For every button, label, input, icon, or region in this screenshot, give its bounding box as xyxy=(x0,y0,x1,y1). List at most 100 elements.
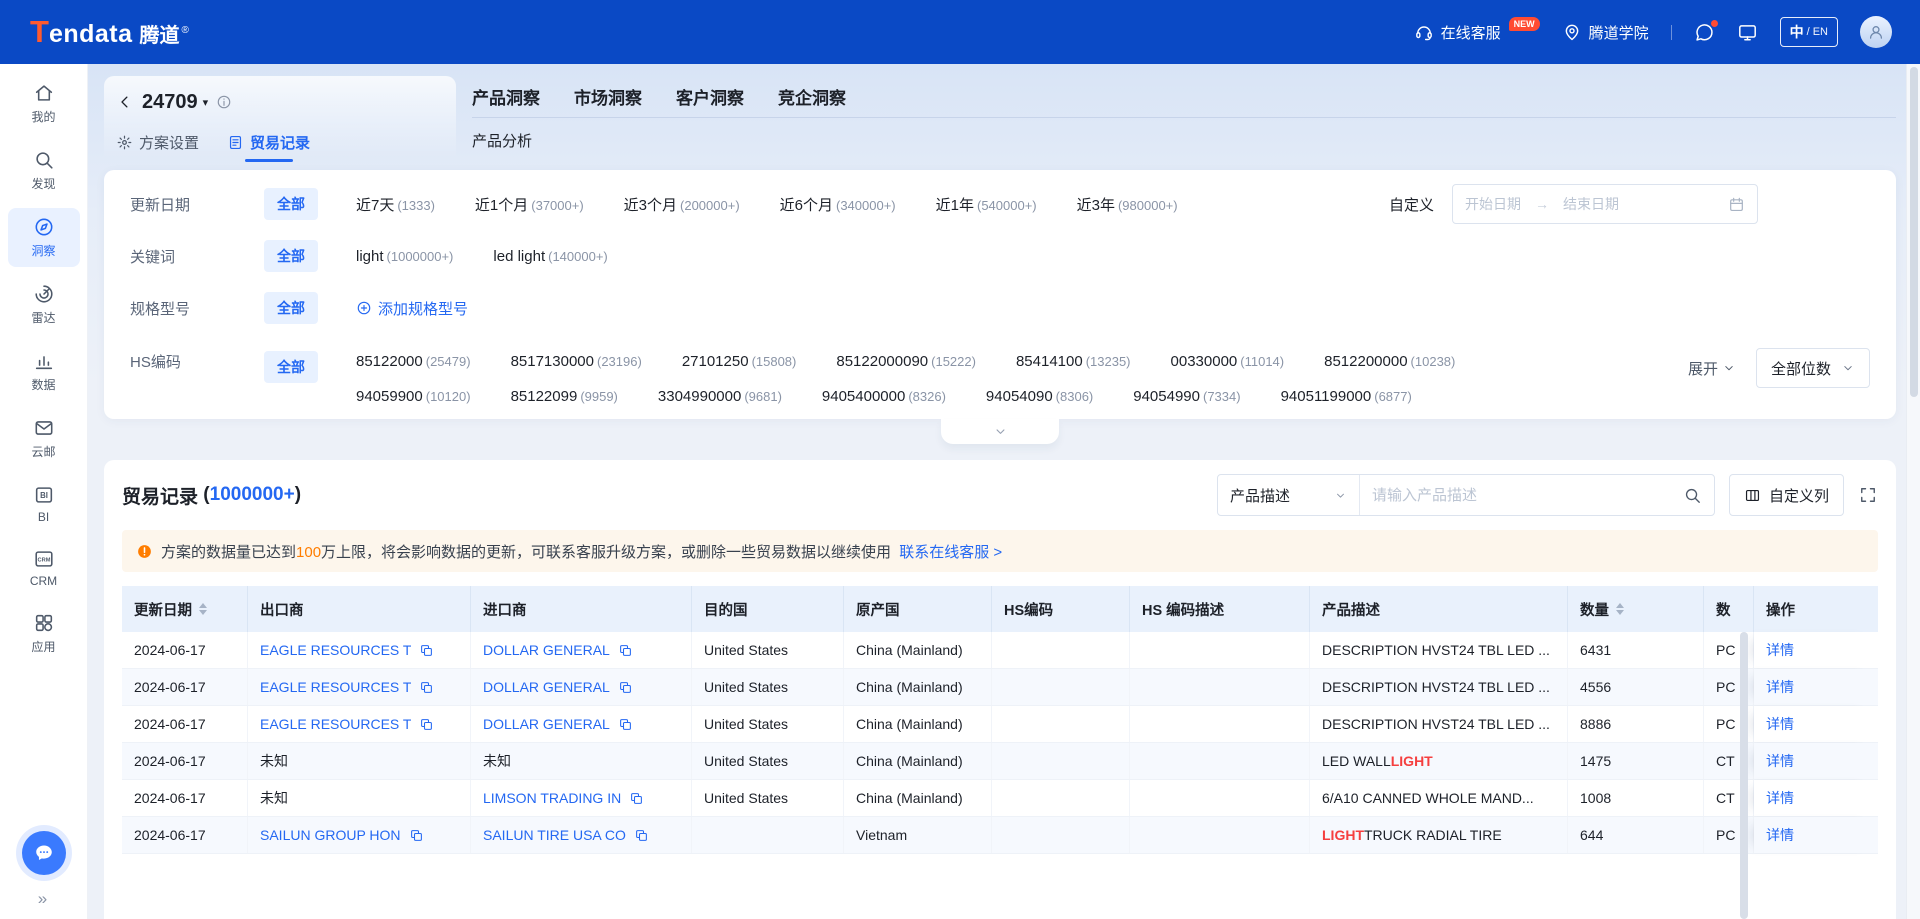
tendata-logo[interactable]: Tendata 腾道 ® xyxy=(30,16,189,48)
detail-link[interactable]: 详情 xyxy=(1766,751,1794,771)
filter-option[interactable]: 近7天(1333) xyxy=(356,194,435,215)
chat-fab[interactable] xyxy=(22,831,66,875)
copy-icon[interactable] xyxy=(409,828,424,843)
copy-icon[interactable] xyxy=(618,717,633,732)
table-scrollbar[interactable] xyxy=(1740,632,1748,919)
sidebar-expand[interactable]: » xyxy=(38,889,49,909)
copy-icon[interactable] xyxy=(629,791,644,806)
sidebar-item-discover[interactable]: 发现 xyxy=(8,141,80,200)
filter-option[interactable]: 近1个月(37000+) xyxy=(475,194,584,215)
custom-columns-button[interactable]: 自定义列 xyxy=(1729,474,1844,516)
sidebar-item-crm[interactable]: CRMCRM xyxy=(8,540,80,596)
detail-link[interactable]: 详情 xyxy=(1766,640,1794,660)
search-icon[interactable] xyxy=(1683,486,1702,505)
page-scrollbar[interactable] xyxy=(1906,64,1920,919)
hs-digits-select[interactable]: 全部位数 xyxy=(1756,348,1870,388)
sidebar-item-radar[interactable]: 雷达 xyxy=(8,275,80,334)
company-link[interactable]: DOLLAR GENERAL xyxy=(483,679,610,695)
date-range-picker[interactable]: 开始日期 → 结束日期 xyxy=(1452,184,1758,224)
table-scrollbar-thumb[interactable] xyxy=(1740,632,1748,919)
filter-option[interactable]: 8512200000(10238) xyxy=(1324,353,1455,370)
col-header-update-date[interactable]: 更新日期 xyxy=(122,586,248,632)
contact-service-link[interactable]: 联系在线客服 > xyxy=(899,544,1002,561)
filter-option[interactable]: 3304990000(9681) xyxy=(658,388,782,405)
plan-dropdown-caret[interactable]: ▾ xyxy=(203,96,209,109)
copy-icon[interactable] xyxy=(419,643,434,658)
detail-link[interactable]: 详情 xyxy=(1766,788,1794,808)
academy-button[interactable]: 腾道学院 xyxy=(1562,22,1649,43)
page-scrollbar-thumb[interactable] xyxy=(1910,67,1918,397)
filter-option[interactable]: led light(140000+) xyxy=(493,248,607,265)
company-link[interactable]: LIMSON TRADING IN xyxy=(483,790,621,806)
sidebar-item-data[interactable]: 数据 xyxy=(8,342,80,401)
filter-option[interactable]: 85122099(9959) xyxy=(511,388,618,405)
add-spec-button[interactable]: 添加规格型号 xyxy=(356,298,468,319)
tab-customer-insight[interactable]: 客户洞察 xyxy=(676,84,744,109)
detail-link[interactable]: 详情 xyxy=(1766,714,1794,734)
filter-option[interactable]: 85414100(13235) xyxy=(1016,353,1131,370)
company-link[interactable]: DOLLAR GENERAL xyxy=(483,642,610,658)
hs-expand-button[interactable]: 展开 xyxy=(1688,358,1736,379)
workspace-button[interactable] xyxy=(1737,22,1758,43)
company-link[interactable]: DOLLAR GENERAL xyxy=(483,716,610,732)
filter-option[interactable]: 8517130000(23196) xyxy=(511,353,642,370)
sort-asc-icon[interactable] xyxy=(199,603,207,608)
tab-competitor-insight[interactable]: 竞企洞察 xyxy=(778,84,846,109)
col-header-quantity[interactable]: 数量 xyxy=(1568,586,1704,632)
filter-collapse-button[interactable] xyxy=(941,419,1059,444)
sort-desc-icon[interactable] xyxy=(199,610,207,615)
filter-option[interactable]: light(1000000+) xyxy=(356,248,453,265)
online-service-button[interactable]: 在线客服 NEW xyxy=(1414,22,1540,43)
sidebar-item-apps[interactable]: 应用 xyxy=(8,604,80,663)
filter-option[interactable]: 94054990(7334) xyxy=(1133,388,1240,405)
filter-all-chip[interactable]: 全部 xyxy=(264,292,318,324)
detail-link[interactable]: 详情 xyxy=(1766,677,1794,697)
message-button[interactable] xyxy=(1694,22,1715,43)
filter-option[interactable]: 近3年(980000+) xyxy=(1077,194,1178,215)
fullscreen-button[interactable] xyxy=(1858,485,1878,505)
subtab-trade-records[interactable]: 贸易记录 xyxy=(227,132,310,153)
fullscreen-icon[interactable] xyxy=(1858,485,1878,505)
filter-option[interactable]: 94054090(8306) xyxy=(986,388,1093,405)
filter-option[interactable]: 近6个月(340000+) xyxy=(780,194,896,215)
back-button[interactable] xyxy=(116,93,134,111)
sort-asc-icon[interactable] xyxy=(1616,603,1624,608)
filter-option[interactable]: 94051199000(6877) xyxy=(1281,388,1412,405)
sort-desc-icon[interactable] xyxy=(1616,610,1624,615)
filter-all-chip[interactable]: 全部 xyxy=(264,351,318,383)
start-date-placeholder[interactable]: 开始日期 xyxy=(1465,194,1521,214)
detail-link[interactable]: 详情 xyxy=(1766,825,1794,845)
custom-date-label[interactable]: 自定义 xyxy=(1389,194,1434,215)
filter-option[interactable]: 9405400000(8326) xyxy=(822,388,946,405)
filter-option[interactable]: 94059900(10120) xyxy=(356,388,471,405)
subtab-plan-settings[interactable]: 方案设置 xyxy=(116,132,199,153)
filter-option[interactable]: 85122000(25479) xyxy=(356,353,471,370)
avatar[interactable] xyxy=(1860,16,1892,48)
tab-product-analysis[interactable]: 产品分析 xyxy=(472,130,532,151)
plan-info-button[interactable] xyxy=(216,94,232,110)
copy-icon[interactable] xyxy=(419,717,434,732)
filter-option[interactable]: 00330000(11014) xyxy=(1171,353,1285,370)
company-link[interactable]: SAILUN TIRE USA CO xyxy=(483,827,626,843)
search-field-select[interactable]: 产品描述 xyxy=(1218,475,1360,515)
filter-all-chip[interactable]: 全部 xyxy=(264,188,318,220)
copy-icon[interactable] xyxy=(419,680,434,695)
filter-option[interactable]: 近1年(540000+) xyxy=(936,194,1037,215)
company-link[interactable]: EAGLE RESOURCES T xyxy=(260,716,411,732)
sidebar-item-bi[interactable]: BIBI xyxy=(8,476,80,532)
end-date-placeholder[interactable]: 结束日期 xyxy=(1563,194,1619,214)
language-toggle[interactable]: 中 / EN xyxy=(1780,17,1838,47)
company-link[interactable]: SAILUN GROUP HON xyxy=(260,827,401,843)
tab-market-insight[interactable]: 市场洞察 xyxy=(574,84,642,109)
filter-option[interactable]: 27101250(15808) xyxy=(682,353,797,370)
plan-id[interactable]: 24709 xyxy=(142,91,198,114)
search-button[interactable] xyxy=(1671,486,1714,505)
copy-icon[interactable] xyxy=(618,680,633,695)
filter-option[interactable]: 近3个月(200000+) xyxy=(624,194,740,215)
sidebar-item-insight[interactable]: 洞察 xyxy=(8,208,80,267)
company-link[interactable]: EAGLE RESOURCES T xyxy=(260,679,411,695)
filter-all-chip[interactable]: 全部 xyxy=(264,240,318,272)
copy-icon[interactable] xyxy=(618,643,633,658)
sort-control[interactable] xyxy=(199,603,207,615)
sidebar-item-mail[interactable]: 云邮 xyxy=(8,409,80,468)
